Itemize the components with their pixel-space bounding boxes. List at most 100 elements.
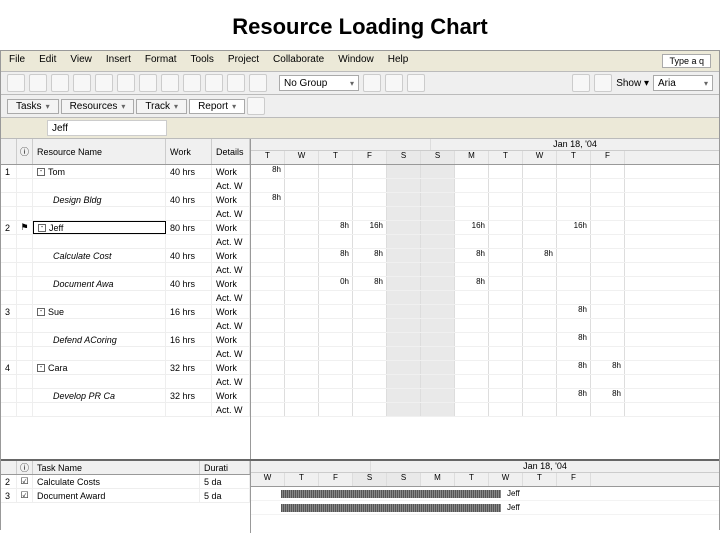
time-cell[interactable]: [353, 291, 387, 304]
time-cell[interactable]: [557, 165, 591, 178]
time-cell[interactable]: [285, 207, 319, 220]
menu-collaborate[interactable]: Collaborate: [273, 54, 324, 68]
time-cell[interactable]: [421, 179, 455, 192]
time-cell[interactable]: 8h: [251, 193, 285, 206]
gantt-bar[interactable]: [281, 490, 501, 498]
time-cell[interactable]: [523, 389, 557, 402]
time-cell[interactable]: [455, 319, 489, 332]
task-row[interactable]: 3☑Document Award5 da: [1, 489, 250, 503]
time-cell[interactable]: [251, 347, 285, 360]
time-cell[interactable]: [421, 277, 455, 290]
time-cell[interactable]: [285, 179, 319, 192]
row-work[interactable]: 40 hrs: [166, 277, 212, 290]
time-cell[interactable]: [489, 375, 523, 388]
row-name[interactable]: Document Awa: [33, 277, 166, 290]
row-name[interactable]: [33, 291, 166, 304]
time-cell[interactable]: [591, 277, 625, 290]
time-cell[interactable]: [523, 291, 557, 304]
time-cell[interactable]: [251, 333, 285, 346]
time-cell[interactable]: 8h: [557, 333, 591, 346]
row-work[interactable]: [166, 235, 212, 248]
col-id[interactable]: [1, 139, 17, 164]
time-cell[interactable]: [319, 235, 353, 248]
col-resource-name[interactable]: Resource Name: [33, 139, 166, 164]
row-name[interactable]: Design Bldg: [33, 193, 166, 206]
time-cell[interactable]: [353, 347, 387, 360]
time-cell[interactable]: [251, 319, 285, 332]
time-cell[interactable]: [353, 193, 387, 206]
row-name[interactable]: -Tom: [33, 165, 166, 178]
time-cell[interactable]: [523, 305, 557, 318]
outdent-icon[interactable]: [594, 74, 612, 92]
row-work[interactable]: [166, 179, 212, 192]
time-cell[interactable]: [387, 333, 421, 346]
time-cell[interactable]: [251, 389, 285, 402]
time-cell[interactable]: [353, 375, 387, 388]
time-cell[interactable]: [251, 305, 285, 318]
time-cell[interactable]: [455, 263, 489, 276]
time-cell[interactable]: [489, 291, 523, 304]
time-cell[interactable]: [285, 221, 319, 234]
time-cell[interactable]: [489, 389, 523, 402]
menu-tools[interactable]: Tools: [191, 54, 214, 68]
time-cell[interactable]: [251, 221, 285, 234]
resource-row[interactable]: 1-Tom40 hrsWork: [1, 165, 250, 179]
time-cell[interactable]: [319, 319, 353, 332]
time-cell[interactable]: [523, 207, 557, 220]
time-cell[interactable]: [319, 193, 353, 206]
row-name[interactable]: -Jeff: [33, 221, 166, 234]
time-cell[interactable]: [455, 361, 489, 374]
time-cell[interactable]: [455, 375, 489, 388]
time-cell[interactable]: [421, 207, 455, 220]
time-cell[interactable]: [591, 403, 625, 416]
time-cell[interactable]: [353, 403, 387, 416]
menu-file[interactable]: File: [9, 54, 25, 68]
time-cell[interactable]: [251, 375, 285, 388]
row-name[interactable]: [33, 319, 166, 332]
task-row[interactable]: 2☑Calculate Costs5 da: [1, 475, 250, 489]
time-cell[interactable]: [421, 403, 455, 416]
row-name[interactable]: Calculate Cost: [33, 249, 166, 262]
link-icon[interactable]: [249, 74, 267, 92]
time-cell[interactable]: [353, 165, 387, 178]
resource-row[interactable]: Act. W: [1, 179, 250, 193]
time-cell[interactable]: [523, 333, 557, 346]
time-cell[interactable]: [319, 207, 353, 220]
time-cell[interactable]: [523, 347, 557, 360]
time-cell[interactable]: [591, 249, 625, 262]
time-cell[interactable]: [353, 235, 387, 248]
time-cell[interactable]: [319, 333, 353, 346]
time-cell[interactable]: [489, 403, 523, 416]
time-cell[interactable]: [591, 263, 625, 276]
expand-icon[interactable]: -: [37, 168, 45, 176]
resource-row[interactable]: Develop PR Ca32 hrsWork: [1, 389, 250, 403]
time-cell[interactable]: [353, 179, 387, 192]
resource-row[interactable]: Act. W: [1, 319, 250, 333]
row-name[interactable]: [33, 179, 166, 192]
time-cell[interactable]: [523, 403, 557, 416]
time-cell[interactable]: [387, 305, 421, 318]
time-cell[interactable]: [421, 319, 455, 332]
time-cell[interactable]: [353, 207, 387, 220]
copy-icon[interactable]: [161, 74, 179, 92]
time-cell[interactable]: [421, 361, 455, 374]
time-cell[interactable]: [591, 319, 625, 332]
time-cell[interactable]: 8h: [251, 165, 285, 178]
menu-view[interactable]: View: [70, 54, 92, 68]
time-cell[interactable]: 8h: [319, 249, 353, 262]
time-cell[interactable]: [489, 165, 523, 178]
time-cell[interactable]: [387, 403, 421, 416]
menu-insert[interactable]: Insert: [106, 54, 131, 68]
time-cell[interactable]: [285, 193, 319, 206]
time-cell[interactable]: [285, 403, 319, 416]
time-cell[interactable]: [387, 207, 421, 220]
task-duration[interactable]: 5 da: [200, 489, 250, 502]
formula-input[interactable]: [47, 120, 167, 136]
menu-format[interactable]: Format: [145, 54, 177, 68]
time-cell[interactable]: [591, 221, 625, 234]
time-cell[interactable]: [591, 207, 625, 220]
time-cell[interactable]: [591, 179, 625, 192]
time-cell[interactable]: [285, 277, 319, 290]
time-cell[interactable]: [251, 249, 285, 262]
zoomout-icon[interactable]: [363, 74, 381, 92]
